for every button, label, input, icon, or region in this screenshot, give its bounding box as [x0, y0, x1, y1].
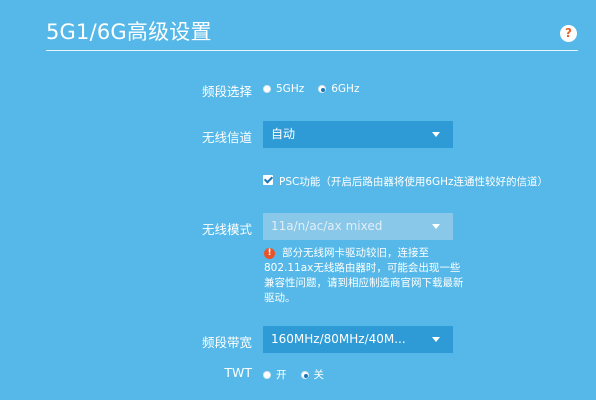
- twt-off-option[interactable]: 关: [300, 367, 325, 382]
- twt-radio-group: 开 关: [263, 367, 338, 382]
- wireless-mode-value: 11a/n/ac/ax mixed: [271, 219, 383, 233]
- band-5ghz-option[interactable]: 5GHz: [263, 83, 304, 95]
- twt-label: TWT: [224, 365, 252, 380]
- band-6ghz-option[interactable]: 6GHz: [318, 83, 359, 95]
- band-6ghz-radio[interactable]: [318, 85, 327, 93]
- twt-off-radio[interactable]: [300, 370, 309, 379]
- twt-off-label: 关: [313, 369, 325, 381]
- band-6ghz-label: 6GHz: [331, 83, 360, 95]
- band-select-label: 频段选择: [201, 84, 252, 99]
- wireless-mode-select[interactable]: 11a/n/ac/ax mixed: [263, 213, 453, 240]
- chevron-down-icon: [432, 337, 440, 342]
- help-icon[interactable]: ?: [560, 25, 577, 42]
- page-title: 5G1/6G高级设置: [46, 20, 212, 44]
- psc-label: PSC功能（开启后路由器将使用6GHz连通性较好的信道）: [279, 176, 549, 188]
- band-select-radio-group: 5GHz 6GHz: [263, 83, 373, 95]
- band-5ghz-label: 5GHz: [276, 83, 305, 95]
- bandwidth-value: 160MHz/80MHz/40M...: [271, 332, 406, 346]
- wireless-channel-value: 自动: [271, 127, 296, 141]
- title-divider: [46, 50, 578, 51]
- chevron-down-icon: [432, 224, 440, 229]
- wireless-mode-label: 无线模式: [201, 222, 252, 237]
- chevron-down-icon: [432, 132, 440, 137]
- bandwidth-select[interactable]: 160MHz/80MHz/40M...: [263, 326, 453, 353]
- warning-text: 部分无线网卡驱动较旧，连接至802.11ax无线路由器时，可能会出现一些兼容性问…: [264, 247, 464, 304]
- band-5ghz-radio[interactable]: [263, 85, 271, 93]
- bandwidth-label: 频段带宽: [201, 335, 252, 350]
- twt-on-option[interactable]: 开: [263, 367, 287, 382]
- twt-on-label: 开: [276, 369, 287, 381]
- psc-checkbox[interactable]: [263, 175, 273, 185]
- wireless-channel-label: 无线信道: [201, 130, 252, 145]
- twt-on-radio[interactable]: [263, 370, 271, 379]
- wireless-channel-select[interactable]: 自动: [263, 121, 453, 148]
